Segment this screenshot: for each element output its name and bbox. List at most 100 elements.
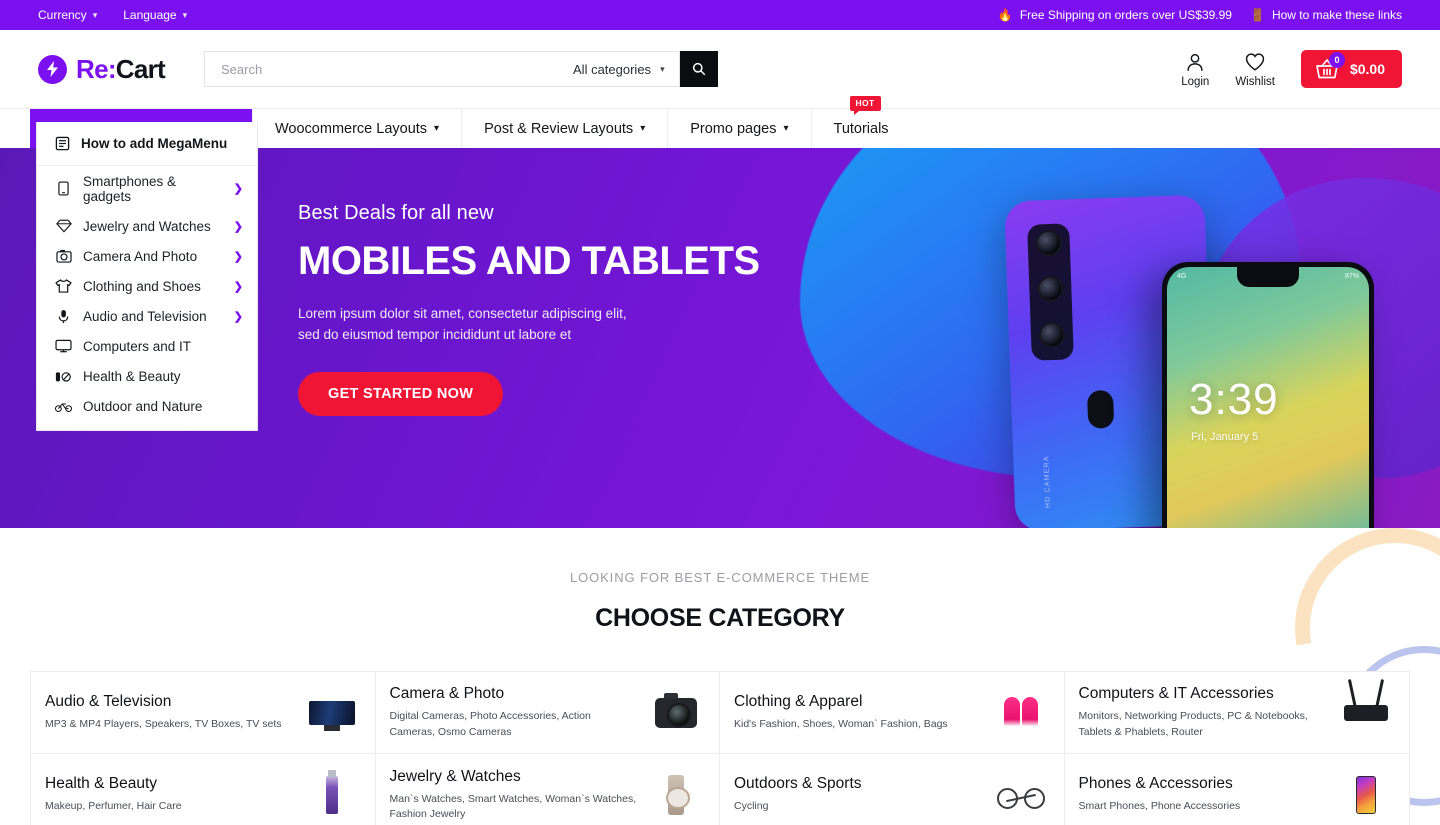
category-item-health-beauty[interactable]: Health & Beauty [37, 361, 257, 391]
chevron-down-icon: ▾ [640, 123, 646, 134]
category-cell-computers-it-accessories[interactable]: Computers & IT Accessories Monitors, Net… [1064, 672, 1409, 754]
category-cell-title: Audio & Television [45, 692, 172, 710]
hot-badge: HOT [849, 96, 881, 115]
category-item-outdoor-nature[interactable]: Outdoor and Nature [37, 391, 257, 421]
top-bar-right: 🔥 Free Shipping on orders over US$39.99 … [998, 8, 1402, 22]
hero-kicker: Best Deals for all new [298, 202, 494, 224]
section-title: CHOOSE CATEGORY [595, 604, 845, 632]
microphone-icon [55, 309, 72, 324]
smartphone-icon [55, 181, 72, 196]
choose-category-section: LOOKING FOR BEST E-COMMERCE THEME CHOOSE… [0, 488, 1440, 825]
nav-item-post-review-layouts[interactable]: Post & Review Layouts ▾ [462, 109, 669, 148]
header-actions: Login Wishlist 0 $0.00 [1181, 50, 1402, 88]
logo-suffix: Cart [115, 53, 166, 84]
chevron-right-icon: ❯ [233, 310, 243, 323]
category-item-label: Health & Beauty [83, 368, 181, 384]
wishlist-button[interactable]: Wishlist [1235, 51, 1275, 88]
door-icon: 🚪 [1249, 8, 1265, 22]
category-item-computers-it[interactable]: Computers and IT [37, 331, 257, 361]
category-cell-title: Phones & Accessories [1078, 775, 1233, 793]
phone-date: Fri, January 5 [1191, 431, 1259, 443]
language-label: Language [123, 8, 177, 22]
search-input[interactable] [204, 51, 560, 87]
shoes-image [992, 690, 1050, 736]
category-cell-title: Health & Beauty [45, 775, 158, 793]
search-icon [692, 62, 705, 76]
login-label: Login [1181, 75, 1210, 88]
category-cell-outdoors-sports[interactable]: Outdoors & Sports Cycling [720, 754, 1065, 825]
cart-button[interactable]: 0 $0.00 [1300, 50, 1402, 88]
category-cell-audio-television[interactable]: Audio & Television MP3 & MP4 Players, Sp… [31, 672, 376, 754]
hero-subtitle: Lorem ipsum dolor sit amet, consectetur … [298, 304, 1440, 346]
chevron-right-icon: ❯ [233, 220, 243, 233]
book-icon [55, 136, 70, 151]
category-item-label: Outdoor and Nature [83, 398, 203, 414]
category-panel-header[interactable]: How to add MegaMenu [37, 122, 257, 166]
category-item-clothing-shoes[interactable]: Clothing and Shoes ❯ [37, 271, 257, 301]
search-button[interactable] [679, 51, 718, 87]
how-to-links-text: How to make these links [1271, 8, 1402, 22]
category-grid: Audio & Television MP3 & MP4 Players, Sp… [30, 671, 1410, 825]
category-item-label: Camera And Photo [83, 248, 198, 264]
search-bar: All categories ▾ [204, 51, 718, 87]
free-shipping-note[interactable]: 🔥 Free Shipping on orders over US$39.99 [998, 8, 1232, 22]
category-item-audio-television[interactable]: Audio and Television ❯ [37, 301, 257, 331]
category-cell-title: Clothing & Apparel [734, 692, 863, 710]
how-to-links-note[interactable]: 🚪 How to make these links [1250, 8, 1402, 22]
search-category-select[interactable]: All categories ▾ [559, 51, 680, 87]
monitor-icon [55, 339, 72, 353]
category-cell-title: Camera & Photo [389, 685, 505, 703]
cosmetics-icon [55, 369, 72, 383]
section-kicker: LOOKING FOR BEST E-COMMERCE THEME [569, 570, 871, 585]
chevron-down-icon: ▾ [783, 123, 789, 134]
user-icon [1187, 53, 1203, 71]
heart-icon [1245, 52, 1265, 71]
currency-selector[interactable]: Currency ▾ [38, 8, 97, 22]
nav-items: Woocommerce Layouts ▾ Post & Review Layo… [252, 96, 911, 148]
category-cell-title: Computers & IT Accessories [1078, 685, 1274, 703]
cart-total: $0.00 [1349, 61, 1385, 77]
category-dropdown-panel: How to add MegaMenu Smartphones & gadget… [36, 122, 258, 431]
category-cell-jewelry-watches[interactable]: Jewelry & Watches Man`s Watches, Smart W… [375, 754, 720, 825]
category-item-label: Clothing and Shoes [83, 278, 201, 294]
category-cell-subtitle: Man`s Watches, Smart Watches, Woman`s Wa… [389, 792, 637, 820]
category-cell-health-beauty[interactable]: Health & Beauty Makeup, Perfumer, Hair C… [31, 754, 376, 825]
category-item-camera-photo[interactable]: Camera And Photo ❯ [37, 241, 257, 271]
search-category-label: All categories [573, 61, 652, 77]
bicycle-icon [55, 400, 72, 413]
tv-image [303, 690, 361, 736]
nav-item-tutorials[interactable]: HOT Tutorials [812, 96, 911, 148]
currency-label: Currency [38, 8, 87, 22]
category-item-label: Computers and IT [83, 338, 192, 354]
category-panel-header-label: How to add MegaMenu [81, 136, 228, 151]
nav-item-woocommerce-layouts[interactable]: Woocommerce Layouts ▾ [252, 109, 463, 148]
category-cell-camera-photo[interactable]: Camera & Photo Digital Cameras, Photo Ac… [375, 672, 720, 754]
site-logo[interactable]: Re:Cart [38, 53, 166, 85]
category-cell-title: Jewelry & Watches [389, 767, 521, 785]
login-button[interactable]: Login [1181, 51, 1209, 88]
category-item-smartphones-gadgets[interactable]: Smartphones & gadgets ❯ [37, 166, 257, 211]
hero-subtitle-line1: Lorem ipsum dolor sit amet, consectetur … [298, 306, 627, 321]
lightning-bolt-icon [38, 54, 67, 84]
category-cell-phones-accessories[interactable]: Phones & Accessories Smart Phones, Phone… [1064, 754, 1409, 825]
category-item-label: Jewelry and Watches [83, 218, 211, 234]
get-started-button[interactable]: GET STARTED NOW [298, 371, 504, 416]
category-cell-subtitle: Digital Cameras, Photo Accessories, Acti… [389, 710, 591, 738]
logo-prefix: Re: [76, 53, 116, 84]
nav-item-label: Post & Review Layouts [484, 120, 634, 137]
language-selector[interactable]: Language ▾ [123, 8, 187, 22]
category-cell-subtitle: MP3 & MP4 Players, Speakers, TV Boxes, T… [45, 717, 282, 730]
category-cell-clothing-apparel[interactable]: Clothing & Apparel Kid's Fashion, Shoes,… [720, 672, 1065, 754]
top-bar-left: Currency ▾ Language ▾ [38, 8, 187, 22]
category-cell-subtitle: Makeup, Perfumer, Hair Care [45, 800, 182, 813]
chevron-down-icon: ▾ [434, 123, 440, 134]
fire-icon: 🔥 [997, 8, 1013, 22]
nav-item-promo-pages[interactable]: Promo pages ▾ [668, 109, 812, 148]
camera-image [647, 690, 705, 736]
chevron-down-icon: ▾ [182, 9, 188, 20]
chevron-down-icon: ▾ [92, 9, 98, 20]
hero-subtitle-line2: sed do eiusmod tempor incididunt ut labo… [298, 326, 572, 342]
top-bar: Currency ▾ Language ▾ 🔥 Free Shipping on… [0, 0, 1440, 30]
category-item-label: Audio and Television [83, 308, 207, 324]
category-item-jewelry-watches[interactable]: Jewelry and Watches ❯ [37, 211, 257, 241]
